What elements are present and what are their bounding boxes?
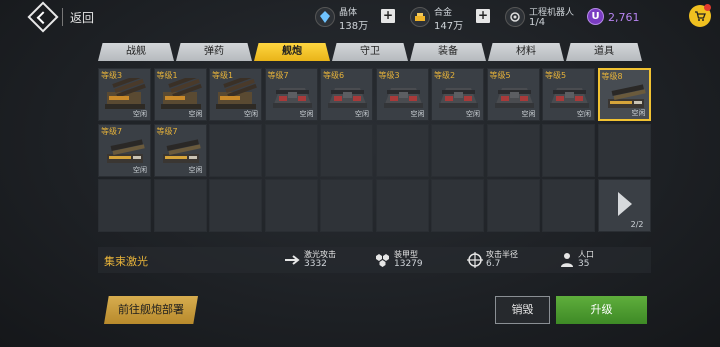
level-label: 等级7 [156,126,178,136]
status-label: 空闲 [410,110,425,118]
inventory-slot[interactable]: 等级5 空闲 [542,68,595,121]
level-label: 等级7 [267,71,289,80]
empty-slot [209,123,262,177]
ucoin-balance: 2,761 [608,11,640,24]
empty-slot [542,123,595,177]
robot-icon [505,7,525,27]
empty-slot [375,179,429,232]
status-label: 空闲 [355,110,369,118]
crosshair-icon [467,252,483,268]
status-label: 空闲 [577,110,591,118]
inventory-slot[interactable]: 等级7 空闲 [98,123,151,177]
back-icon[interactable] [27,1,59,33]
empty-slot [98,179,151,232]
empty-slot [264,179,318,232]
empty-slot [375,123,429,177]
top-bar: 返回 晶体 138万 + 合金 147万 + 工程机器人 1/4 U 2,761 [0,0,720,36]
inventory-slot[interactable]: 等级1 空闲 [209,68,262,121]
level-label: 等级2 [434,71,456,80]
empty-slot [542,179,595,232]
inventory-slot[interactable]: 等级1 空闲 [153,68,207,121]
inventory-slot[interactable]: 等级2 空闲 [431,68,484,121]
alloy-icon [410,7,430,27]
empty-slot [320,179,373,232]
tab-warships[interactable]: 战舰 [98,43,174,61]
empty-slot [431,123,484,177]
empty-slot [153,179,207,232]
empty-slot [431,179,484,232]
level-label: 等级6 [323,71,345,80]
tab-guards[interactable]: 守卫 [332,43,408,61]
add-crystal-button[interactable]: + [381,9,395,23]
upgrade-button[interactable]: 升级 [556,296,647,324]
weapon-name: 集束激光 [104,255,148,268]
category-tabs: 战舰 弹药 舰炮 守卫 装备 材料 道具 [98,43,650,61]
empty-slot [486,123,540,177]
level-label: 等级1 [212,71,234,80]
weapon-info-bar: 集束激光 激光攻击 3332 装甲型 13279 攻击半径 6.7 人口 35 [98,247,651,273]
destroy-button[interactable]: 销毁 [495,296,550,324]
laser-attack-icon [285,255,300,265]
empty-slot [264,123,318,177]
notification-badge [704,4,711,11]
divider [62,8,63,26]
empty-slot [597,123,651,177]
level-label: 等级5 [489,71,511,80]
empty-slot [486,179,540,232]
inventory-slot[interactable]: 等级6 空闲 [320,68,373,121]
inventory-slot[interactable]: 等级3 空闲 [375,68,429,121]
ucoin-icon: U [587,8,604,25]
add-alloy-button[interactable]: + [476,9,490,23]
next-page-button[interactable]: 2/2 [597,179,651,232]
population-icon [561,253,573,267]
status-label: 空闲 [466,110,480,118]
status-label: 空闲 [299,110,314,118]
level-label: 等级8 [601,72,623,81]
armor-type-icon [376,254,389,267]
empty-slot [209,179,262,232]
chevron-right-icon [617,192,632,216]
tab-equipment[interactable]: 装备 [410,43,486,61]
inventory-grid: 等级3 空闲 等级1 空闲 等级1 空闲 等级7 空闲 等级6 空闲 等级3 空闲 等级2 空闲 等级5 空闲… [98,68,651,233]
status-label: 空闲 [631,109,646,117]
tab-materials[interactable]: 材料 [488,43,564,61]
inventory-slot[interactable]: 等级8 空闲 [597,68,651,121]
inventory-slot[interactable]: 等级7 空闲 [264,68,318,121]
inventory-slot[interactable]: 等级5 空闲 [486,68,540,121]
page-indicator: 2/2 [630,220,644,229]
status-label: 空闲 [244,110,258,118]
inventory-slot[interactable]: 等级3 空闲 [98,68,151,121]
level-label: 等级5 [545,71,567,80]
status-label: 空闲 [521,110,536,118]
tab-items[interactable]: 道具 [566,43,642,61]
tab-ammo[interactable]: 弹药 [176,43,252,61]
status-label: 空闲 [133,165,147,174]
level-label: 等级1 [156,71,178,80]
crystal-icon [315,7,335,27]
go-to-turret-deploy-button[interactable]: 前往舰炮部署 [104,296,198,324]
inventory-slot[interactable]: 等级7 空闲 [153,123,207,177]
level-label: 等级7 [101,126,123,136]
status-label: 空闲 [188,165,203,174]
level-label: 等级3 [378,71,400,80]
tab-turrets[interactable]: 舰炮 [254,43,330,61]
level-label: 等级3 [101,71,123,80]
status-label: 空闲 [133,110,147,118]
empty-slot [320,123,373,177]
back-label[interactable]: 返回 [70,9,94,26]
status-label: 空闲 [188,110,203,118]
